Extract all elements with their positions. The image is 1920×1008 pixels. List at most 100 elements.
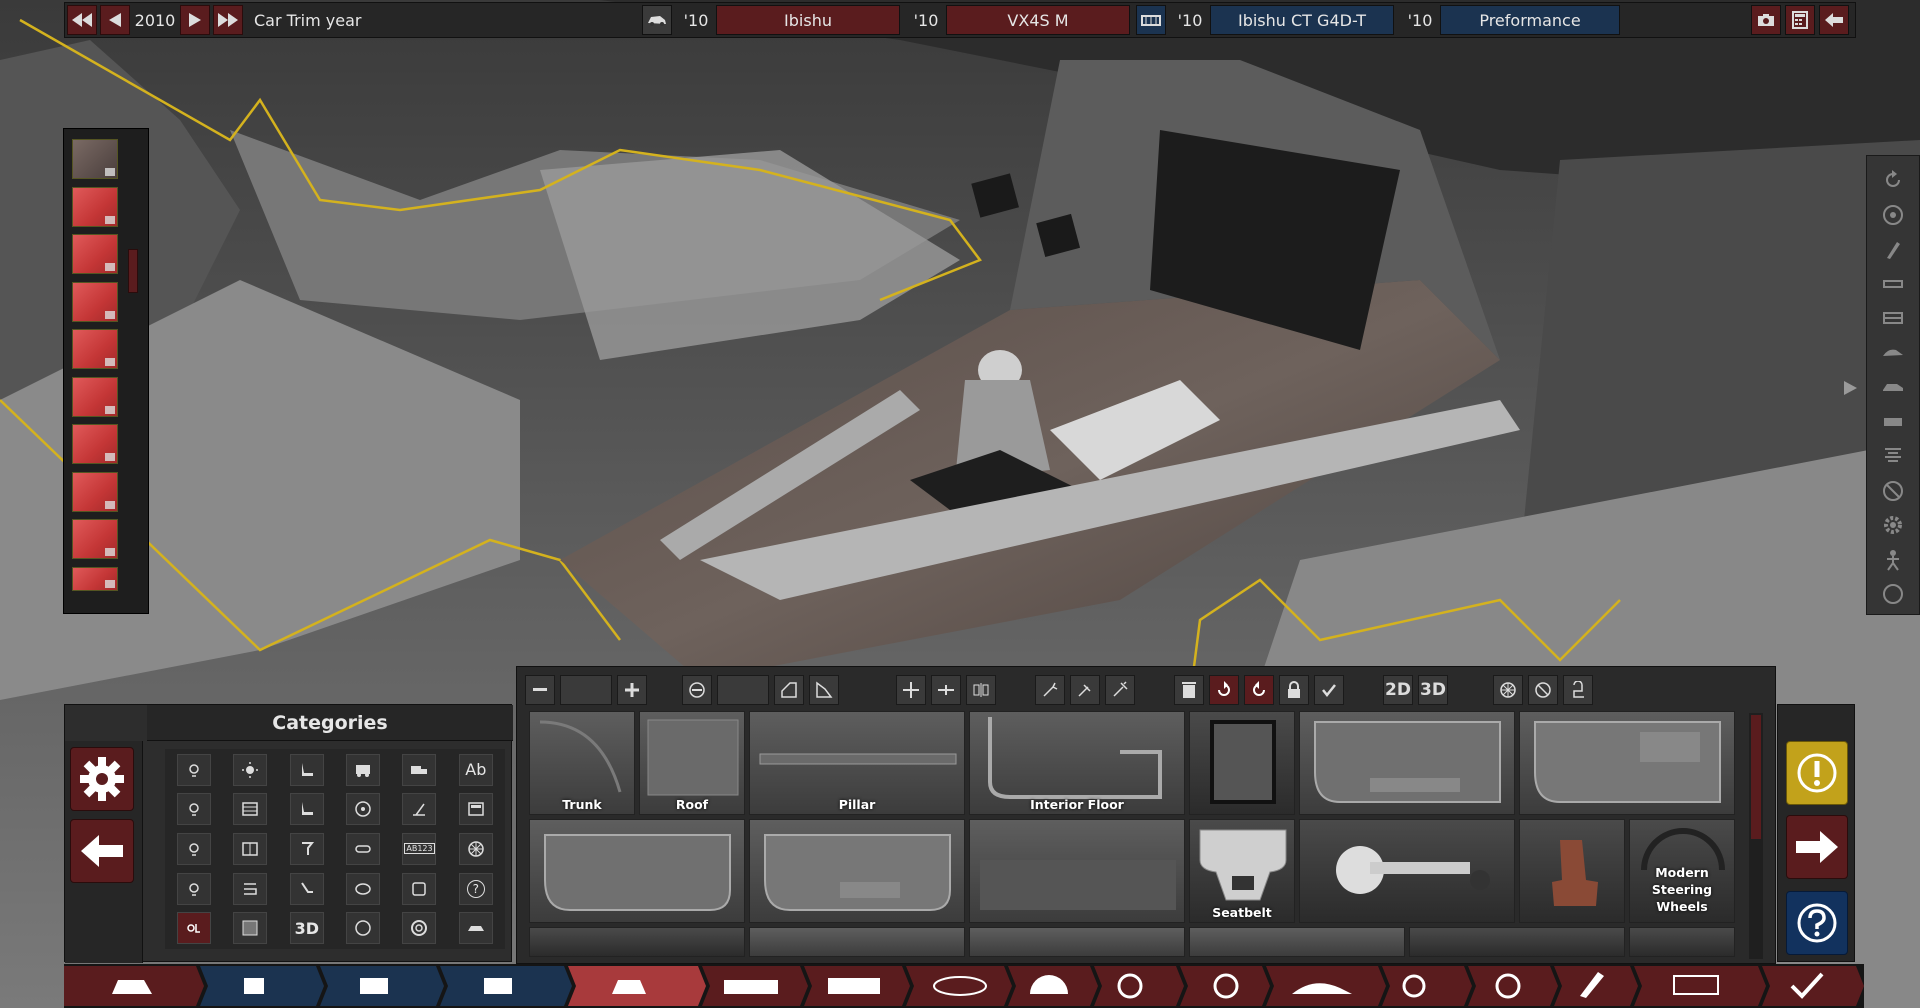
undo-button[interactable] <box>1209 675 1239 705</box>
view-2d-button[interactable]: 2D <box>1383 675 1413 705</box>
category-seat-button[interactable] <box>289 753 324 786</box>
category-seat2-button[interactable] <box>289 793 324 826</box>
scale-up-button[interactable] <box>617 675 647 705</box>
scale-down-button[interactable] <box>525 675 555 705</box>
material-swatch[interactable] <box>72 566 118 591</box>
category-steering-button[interactable] <box>346 793 381 826</box>
driver-view-button[interactable] <box>1875 546 1911 574</box>
model-button[interactable] <box>642 5 672 35</box>
engine-trim-selector[interactable]: Preformance <box>1440 5 1620 35</box>
last-year-button[interactable] <box>213 5 243 35</box>
snap-button[interactable] <box>1035 675 1065 705</box>
category-plate-button[interactable]: AB123 <box>402 832 437 865</box>
mirror-toggle-button[interactable] <box>682 675 712 705</box>
attach-button[interactable] <box>1563 675 1593 705</box>
delete-button[interactable] <box>1174 675 1204 705</box>
suspension-view-button[interactable] <box>1875 442 1911 470</box>
settings-button[interactable] <box>70 747 134 811</box>
material-swatch[interactable] <box>72 471 118 512</box>
part-tile-pillar[interactable]: Pillar <box>749 711 965 815</box>
settings-view-button[interactable] <box>1875 511 1911 539</box>
category-truck-button[interactable] <box>402 753 437 786</box>
material-swatch[interactable] <box>72 519 118 559</box>
stage-wheels-tab[interactable] <box>1094 966 1184 1006</box>
body-view-button[interactable] <box>1875 339 1911 367</box>
stage-paint-tab[interactable] <box>1554 966 1638 1006</box>
category-light2-button[interactable] <box>177 793 212 826</box>
category-light3-button[interactable] <box>177 832 212 865</box>
next-year-button[interactable] <box>180 5 210 35</box>
model-selector[interactable]: Ibishu <box>716 5 900 35</box>
snap-edge-button[interactable] <box>1105 675 1135 705</box>
engine-view-button[interactable] <box>1875 408 1911 436</box>
part-tile-steering-wheel[interactable]: Modern Steering Wheels <box>1629 819 1735 923</box>
circle-view-button[interactable] <box>1875 580 1911 608</box>
category-mat-button[interactable] <box>402 872 437 905</box>
wheel-visibility-button[interactable] <box>1493 675 1523 705</box>
category-lever-button[interactable] <box>402 793 437 826</box>
part-tile-door-handle[interactable] <box>1299 819 1515 923</box>
material-swatch[interactable] <box>72 424 118 464</box>
exit-button[interactable] <box>1819 5 1849 35</box>
calculator-button[interactable] <box>1785 5 1815 35</box>
stage-testing-tab[interactable] <box>1634 966 1766 1006</box>
trim-selector[interactable]: VX4S M <box>946 5 1130 35</box>
part-tile-door-card-b[interactable] <box>749 819 965 923</box>
car-side-view-button[interactable] <box>1875 373 1911 401</box>
previous-year-button[interactable] <box>100 5 130 35</box>
stage-interior-tab[interactable] <box>1382 966 1472 1006</box>
category-dial-button[interactable] <box>402 912 437 945</box>
category-fixture-button[interactable] <box>177 912 212 945</box>
help-button[interactable] <box>1786 891 1848 955</box>
move-horizontal-button[interactable] <box>931 675 961 705</box>
part-tile-door-panel-b[interactable] <box>1519 711 1735 815</box>
redo-button[interactable] <box>1244 675 1274 705</box>
first-year-button[interactable] <box>67 5 97 35</box>
back-button[interactable] <box>70 819 134 883</box>
category-light4-button[interactable] <box>177 872 212 905</box>
material-swatch[interactable] <box>72 376 118 417</box>
part-tile[interactable] <box>749 927 965 957</box>
stage-fixtures-tab[interactable] <box>906 966 1012 1006</box>
part-tile-door-card-a[interactable] <box>529 819 745 923</box>
material-swatch[interactable] <box>72 329 118 369</box>
view-3d-button[interactable]: 3D <box>1418 675 1448 705</box>
category-text-button[interactable]: Ab <box>458 753 493 786</box>
part-tile-interior-floor[interactable]: Interior Floor <box>969 711 1185 815</box>
symmetry-button[interactable] <box>966 675 996 705</box>
category-texture-button[interactable] <box>233 912 268 945</box>
part-tile-door-panel-a[interactable] <box>1299 711 1515 815</box>
lock-button[interactable] <box>1279 675 1309 705</box>
part-tile-roof[interactable]: Roof <box>639 711 745 815</box>
category-help-button[interactable]: ? <box>458 872 493 905</box>
category-book-button[interactable] <box>233 832 268 865</box>
category-circle-button[interactable] <box>346 912 381 945</box>
reset-view-button[interactable] <box>1875 166 1911 194</box>
snap-surface-button[interactable] <box>1070 675 1100 705</box>
stage-tyres-tab[interactable] <box>1180 966 1270 1006</box>
material-swatch[interactable] <box>72 139 118 179</box>
parts-scrollbar[interactable] <box>1749 713 1763 959</box>
category-pedal-button[interactable] <box>289 872 324 905</box>
material-swatch[interactable] <box>72 186 118 227</box>
wheels-view-button[interactable] <box>1875 201 1911 229</box>
category-light-button[interactable] <box>177 753 212 786</box>
category-vehicle-button[interactable] <box>346 753 381 786</box>
material-swatch[interactable] <box>72 281 118 322</box>
category-mirror-button[interactable] <box>346 872 381 905</box>
part-tile-seatbelt[interactable]: Seatbelt <box>1189 819 1295 923</box>
part-tile[interactable] <box>1629 927 1735 957</box>
part-tile[interactable] <box>969 927 1185 957</box>
confirm-button[interactable] <box>1314 675 1344 705</box>
expand-toolbar-button[interactable] <box>1834 372 1866 404</box>
swatch-scrollbar[interactable] <box>128 249 138 293</box>
move-button[interactable] <box>896 675 926 705</box>
scroll-thumb[interactable] <box>1751 715 1761 839</box>
category-pillar-button[interactable] <box>289 832 324 865</box>
material-swatch[interactable] <box>72 234 118 274</box>
paint-view-button[interactable] <box>1875 235 1911 263</box>
rotation-field[interactable] <box>717 675 769 705</box>
stage-handling-tab[interactable] <box>1468 966 1558 1006</box>
taper-button[interactable] <box>809 675 839 705</box>
part-tile-seat[interactable] <box>1519 819 1625 923</box>
